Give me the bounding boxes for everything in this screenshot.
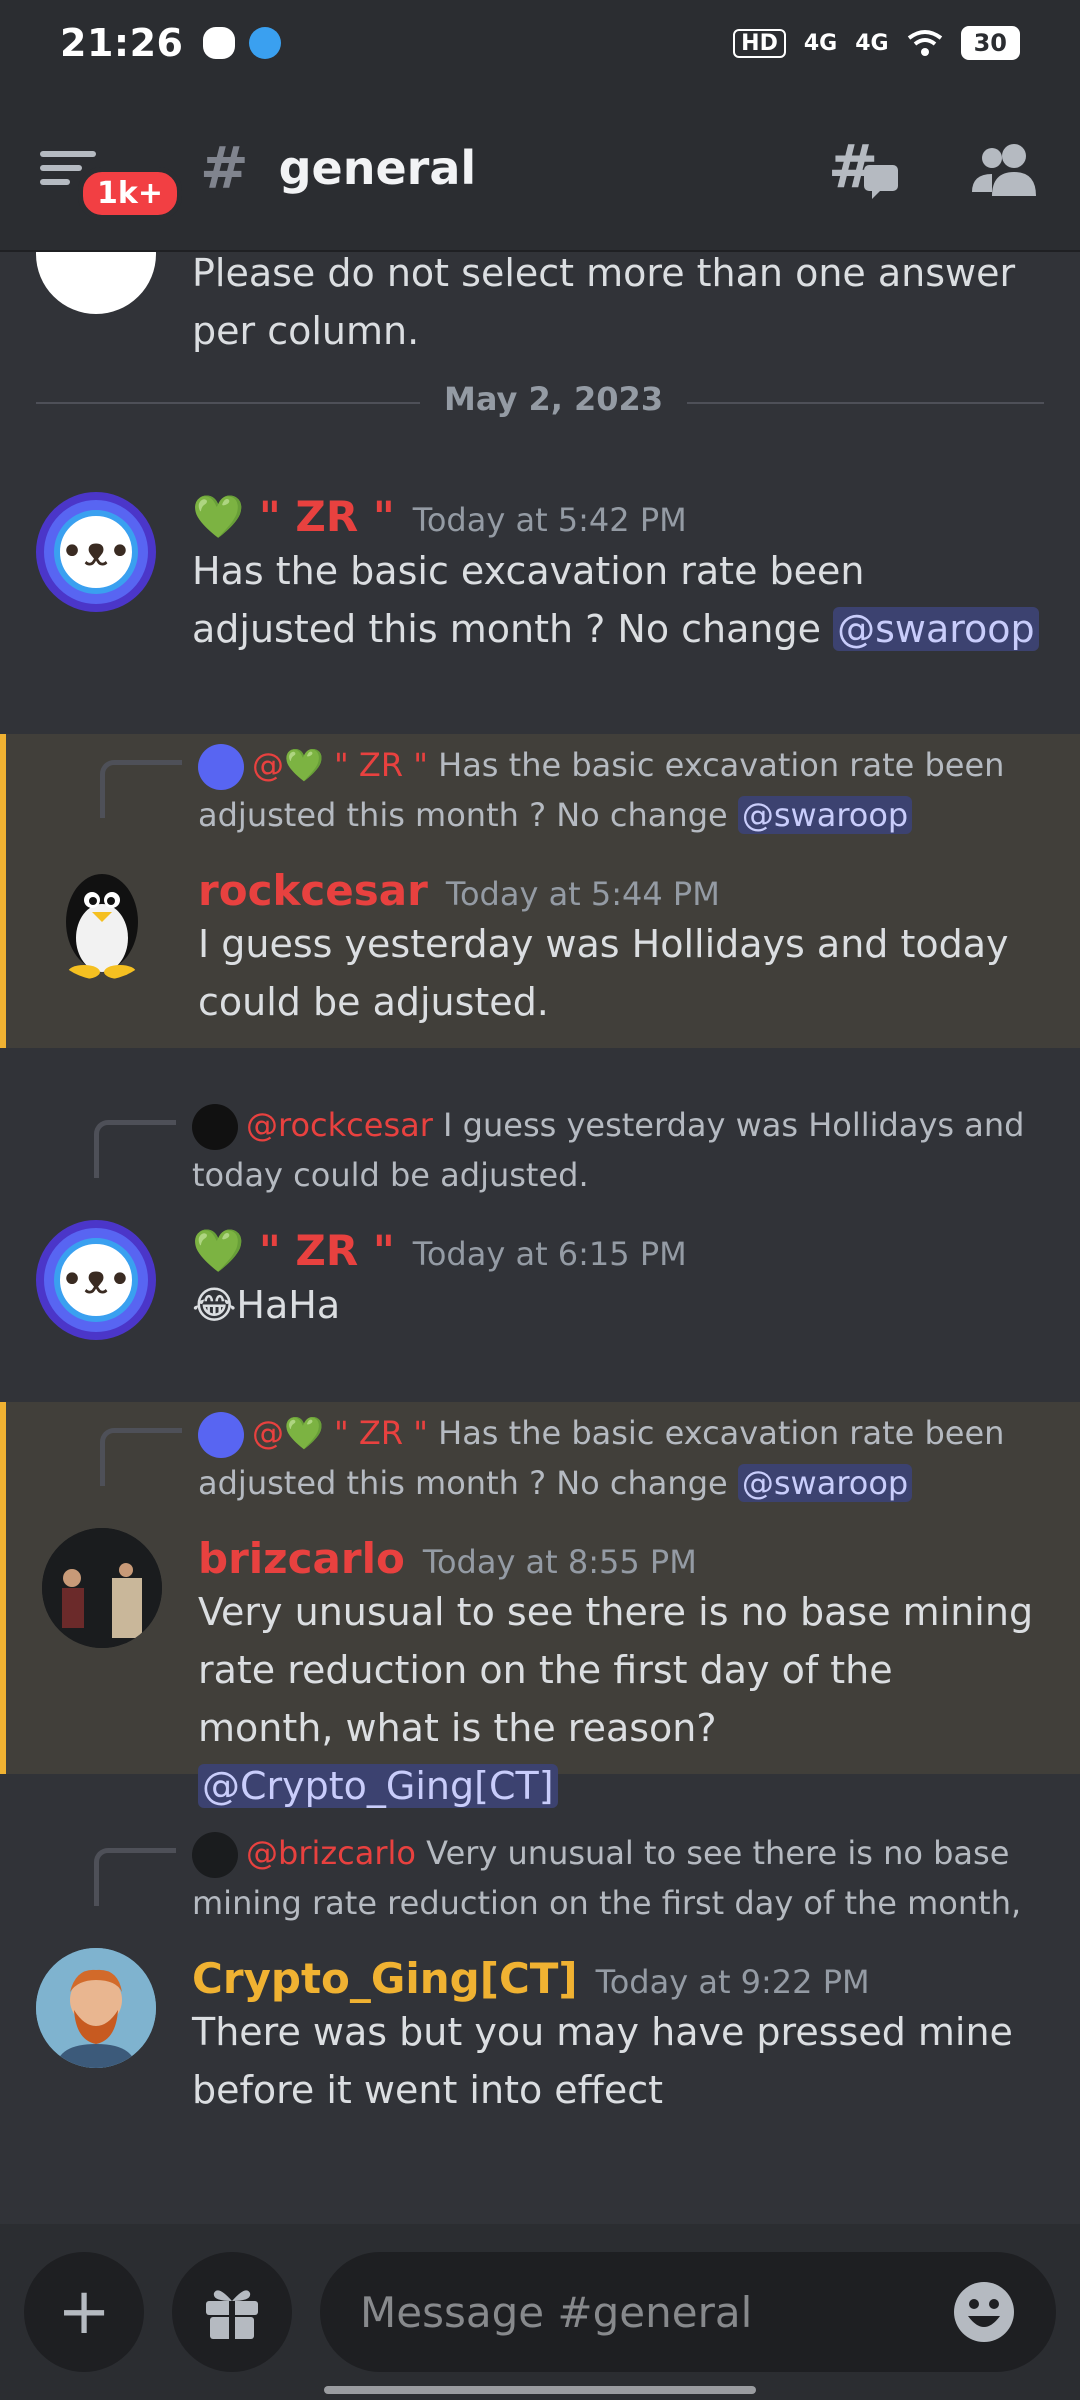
message-composer: + Message #general — [0, 2224, 1080, 2400]
reply-preview[interactable]: @💚 " ZR " Has the basic excavation rate … — [198, 1402, 1040, 1508]
message-item: Please do not select more than one answe… — [0, 252, 1080, 360]
timestamp: Today at 5:42 PM — [412, 501, 687, 539]
message-text: Please do not select more than one answe… — [192, 252, 1016, 353]
threads-icon[interactable]: # — [828, 135, 900, 201]
green-heart-icon: 💚 — [192, 492, 245, 541]
green-heart-icon: 💚 — [192, 1226, 245, 1275]
members-icon[interactable] — [970, 140, 1040, 196]
avatar[interactable] — [36, 252, 156, 314]
avatar[interactable]: •ᴥ• — [36, 1220, 156, 1340]
timestamp: Today at 6:15 PM — [412, 1235, 687, 1273]
username[interactable]: " ZR " — [259, 1226, 395, 1275]
message-text: I guess yesterday was Hollidays and toda… — [198, 922, 1009, 1024]
date-divider-label: May 2, 2023 — [420, 380, 688, 418]
user-mention[interactable]: @swaroop — [737, 1464, 913, 1502]
reply-username[interactable]: @💚 " ZR " — [252, 746, 428, 784]
reply-username[interactable]: @rockcesar — [246, 1106, 433, 1144]
status-time: 21:26 — [60, 21, 184, 65]
avatar[interactable] — [36, 1948, 156, 2068]
message-item: •ᴥ• 💚 " ZR " Today at 5:42 PM Has the ba… — [0, 492, 1080, 702]
battery-icon: 30 — [960, 26, 1020, 60]
message-text: Has the basic excavation rate been adjus… — [192, 549, 865, 651]
emoji-icon[interactable] — [952, 2280, 1016, 2344]
message-text: There was but you may have pressed mine … — [192, 2010, 1013, 2112]
reply-preview[interactable]: @💚 " ZR " Has the basic excavation rate … — [198, 734, 1040, 840]
avatar[interactable] — [42, 860, 162, 980]
home-indicator[interactable] — [324, 2386, 756, 2394]
app-notification-icon — [249, 27, 282, 59]
user-mention[interactable]: @swaroop — [833, 607, 1039, 651]
username[interactable]: Crypto_Ging[CT] — [192, 1954, 578, 2003]
avatar — [198, 744, 244, 790]
timestamp: Today at 5:44 PM — [445, 875, 720, 913]
username[interactable]: " ZR " — [259, 492, 395, 541]
message-input-placeholder: Message #general — [360, 2287, 753, 2337]
menu-button[interactable]: 1k+ — [40, 123, 182, 220]
message-item: @💚 " ZR " Has the basic excavation rate … — [0, 1402, 1080, 1808]
hd-icon: HD — [733, 28, 786, 58]
channel-title: general — [278, 141, 477, 195]
bear-avatar-icon: •ᴥ• — [54, 510, 138, 594]
message-item: @rockcesar I guess yesterday was Hollida… — [0, 1094, 1080, 1344]
wechat-icon — [203, 27, 236, 59]
user-mention[interactable]: @Crypto_Ging[CT] — [198, 1764, 558, 1808]
reply-connector — [100, 760, 182, 818]
message-text: Very unusual to see there is no base min… — [198, 1590, 1034, 1750]
reply-username[interactable]: @brizcarlo — [246, 1834, 416, 1872]
reply-preview[interactable]: @brizcarlo Very unusual to see there is … — [192, 1822, 1040, 1928]
reply-connector — [94, 1848, 176, 1906]
notification-badge: 1k+ — [78, 167, 182, 220]
locked-channel-hash-icon: # — [200, 134, 249, 202]
avatar[interactable] — [42, 1528, 162, 1648]
plus-icon: + — [57, 2275, 111, 2349]
penguin-avatar-icon — [66, 874, 138, 979]
timestamp: Today at 8:55 PM — [422, 1543, 697, 1581]
avatar — [192, 1832, 238, 1878]
avatar — [192, 1104, 238, 1150]
reply-username[interactable]: @💚 " ZR " — [252, 1414, 428, 1452]
username[interactable]: brizcarlo — [198, 1534, 405, 1583]
message-input[interactable]: Message #general — [320, 2252, 1056, 2372]
bear-avatar-icon: •ᴥ• — [54, 1238, 138, 1322]
gift-button[interactable] — [172, 2252, 292, 2372]
timestamp: Today at 9:22 PM — [595, 1963, 870, 2001]
wifi-icon — [907, 30, 942, 56]
avatar — [198, 1412, 244, 1458]
channel-header: 1k+ # general # — [0, 86, 1080, 252]
status-bar: 21:26 HD 4G 4G 30 — [0, 0, 1080, 86]
message-item: @brizcarlo Very unusual to see there is … — [0, 1822, 1080, 2142]
message-item: @💚 " ZR " Has the basic excavation rate … — [0, 734, 1080, 1048]
reply-connector — [94, 1120, 176, 1178]
signal-icon: 4G — [855, 30, 889, 56]
avatar[interactable]: •ᴥ• — [36, 492, 156, 612]
user-mention[interactable]: @swaroop — [737, 796, 913, 834]
username[interactable]: rockcesar — [198, 866, 428, 915]
signal-icon: 4G — [803, 30, 838, 56]
laughing-emoji-icon: 😂 — [192, 1283, 237, 1327]
message-text: HaHa — [236, 1283, 341, 1327]
photo-avatar-icon — [42, 1528, 162, 1648]
reply-connector — [100, 1428, 182, 1486]
gift-icon — [206, 2290, 258, 2339]
vangogh-avatar-icon — [36, 1948, 156, 2068]
message-list[interactable]: Please do not select more than one answe… — [0, 252, 1080, 2224]
reply-preview[interactable]: @rockcesar I guess yesterday was Hollida… — [192, 1094, 1040, 1200]
add-attachment-button[interactable]: + — [24, 2252, 144, 2372]
